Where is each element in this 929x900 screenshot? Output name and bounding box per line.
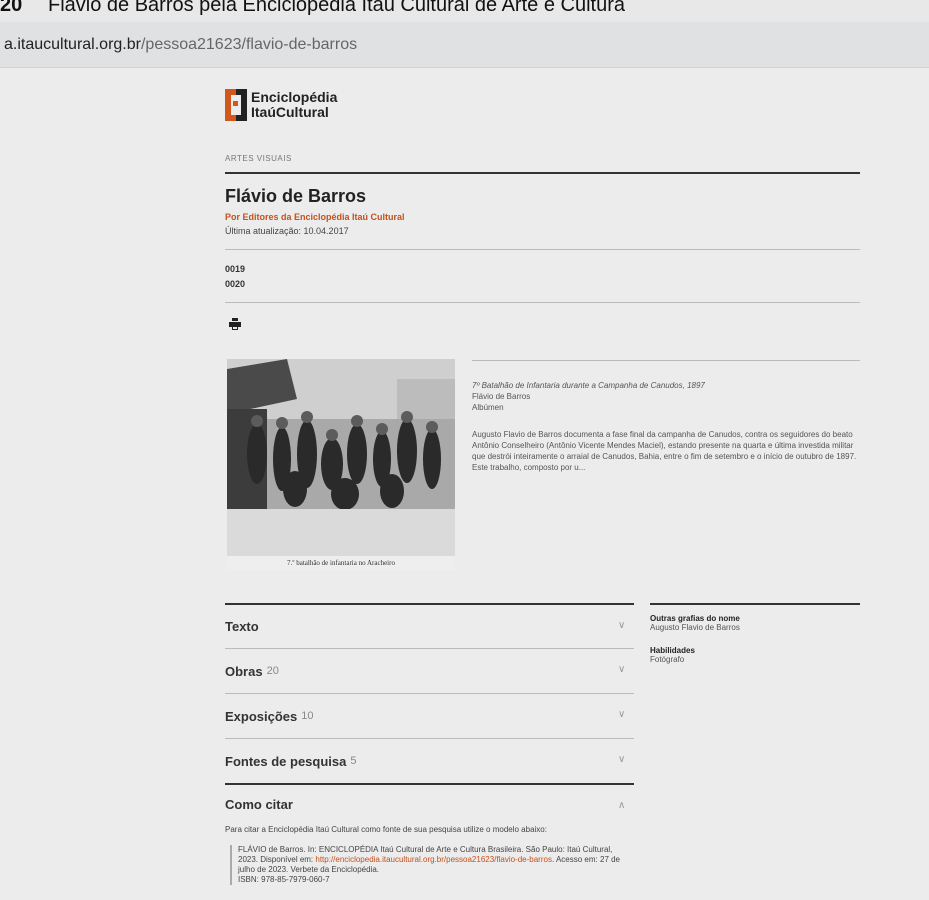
accordion-label: Como citar <box>225 796 293 812</box>
url-path: /pessoa21623/flavio-de-barros <box>140 36 358 53</box>
chevron-up-icon: ∧ <box>618 800 626 811</box>
logo-text: Enciclopédia ItaúCultural <box>251 90 337 120</box>
divider <box>225 249 860 250</box>
citation-block: FLÁVIO de Barros. In: ENCICLOPÉDIA Itaú … <box>230 845 630 885</box>
artwork-technique: Albúmen <box>472 403 504 412</box>
chevron-down-icon: ∨ <box>618 664 626 675</box>
page-content: Enciclopédia ItaúCultural ARTES VISUAIS … <box>0 68 929 900</box>
accordion-count: 20 <box>266 665 279 677</box>
other-names-label: Outras grafias do nome <box>650 614 740 623</box>
artwork-title[interactable]: 7º Batalhão de Infantaria durante a Camp… <box>472 380 862 391</box>
accordion-item-exposicoes[interactable]: Exposições 10 ∨ <box>225 693 634 738</box>
isbn: ISBN: 978-85-7979-060-7 <box>238 875 330 884</box>
other-names-value: Augusto Flavio de Barros <box>650 623 740 632</box>
logo-line-1: Enciclopédia <box>251 89 338 105</box>
photo-caption: 7.º batalhão de infantaria no Aracheiro <box>227 556 455 570</box>
address-bar[interactable]: a.itaucultural.org.br/pessoa21623/flavio… <box>0 22 929 68</box>
accordion-item-obras[interactable]: Obras 20 ∨ <box>225 648 634 693</box>
figure-caption-text: Flávio de Barros pela Enciclopédia Itaú … <box>48 0 625 16</box>
last-updated: Última atualização: 10.04.2017 <box>225 226 349 236</box>
chevron-down-icon: ∨ <box>618 620 626 631</box>
accordion-item-texto[interactable]: Texto ∨ <box>225 603 634 648</box>
accordion-label: Texto <box>225 619 259 634</box>
skills-value: Fotógrafo <box>650 655 685 664</box>
print-icon[interactable] <box>229 318 241 330</box>
code-item: 0019 <box>225 264 246 274</box>
cite-intro: Para citar a Enciclopédia Itaú Cultural … <box>225 825 547 834</box>
accordion-label: Obras <box>225 663 263 679</box>
accordion-item-como-citar[interactable]: Como citar ∧ <box>225 783 634 823</box>
artwork-author: Flávio de Barros <box>472 392 531 401</box>
section-label[interactable]: ARTES VISUAIS <box>225 154 860 163</box>
url-domain: a.itaucultural.org.br <box>4 36 141 53</box>
logo-line-2: ItaúCultural <box>251 104 329 120</box>
page-title: Flávio de Barros <box>225 186 367 206</box>
chevron-down-icon: ∨ <box>618 709 626 720</box>
accordion-item-fontes[interactable]: Fontes de pesquisa 5 ∨ <box>225 738 634 783</box>
figure-caption-number: 20 <box>0 0 23 16</box>
artwork-info: 7º Batalhão de Infantaria durante a Camp… <box>472 380 862 473</box>
byline: Por Editores da Enciclopédia Itaú Cultur… <box>225 212 405 222</box>
photo-image <box>227 359 455 556</box>
divider <box>225 302 860 303</box>
sidebar: Outras grafias do nome Augusto Flavio de… <box>650 603 860 664</box>
skills-label: Habilidades <box>650 646 695 655</box>
code-item: 0020 <box>225 279 246 289</box>
accordion-count: 5 <box>350 755 357 767</box>
accordion-count: 10 <box>301 710 314 722</box>
divider <box>225 172 860 174</box>
chevron-down-icon: ∨ <box>618 754 626 765</box>
artwork-description: Augusto Flavio de Barros documenta a fas… <box>472 430 857 472</box>
accordion-label: Fontes de pesquisa <box>225 753 347 769</box>
divider <box>650 603 860 605</box>
logo-icon <box>225 89 247 121</box>
site-logo[interactable]: Enciclopédia ItaúCultural <box>225 88 337 122</box>
accordion: Texto ∨ Obras 20 ∨ Exposições 10 ∨ Fonte… <box>225 603 634 823</box>
accordion-label: Exposições <box>225 708 298 724</box>
artwork-photo[interactable]: 7.º batalhão de infantaria no Aracheiro <box>227 359 455 570</box>
divider <box>472 360 860 361</box>
citation-link[interactable]: http://enciclopedia.itaucultural.org.br/… <box>315 855 552 864</box>
figure-caption: 20 Flávio de Barros pela Enciclopédia It… <box>0 0 929 16</box>
